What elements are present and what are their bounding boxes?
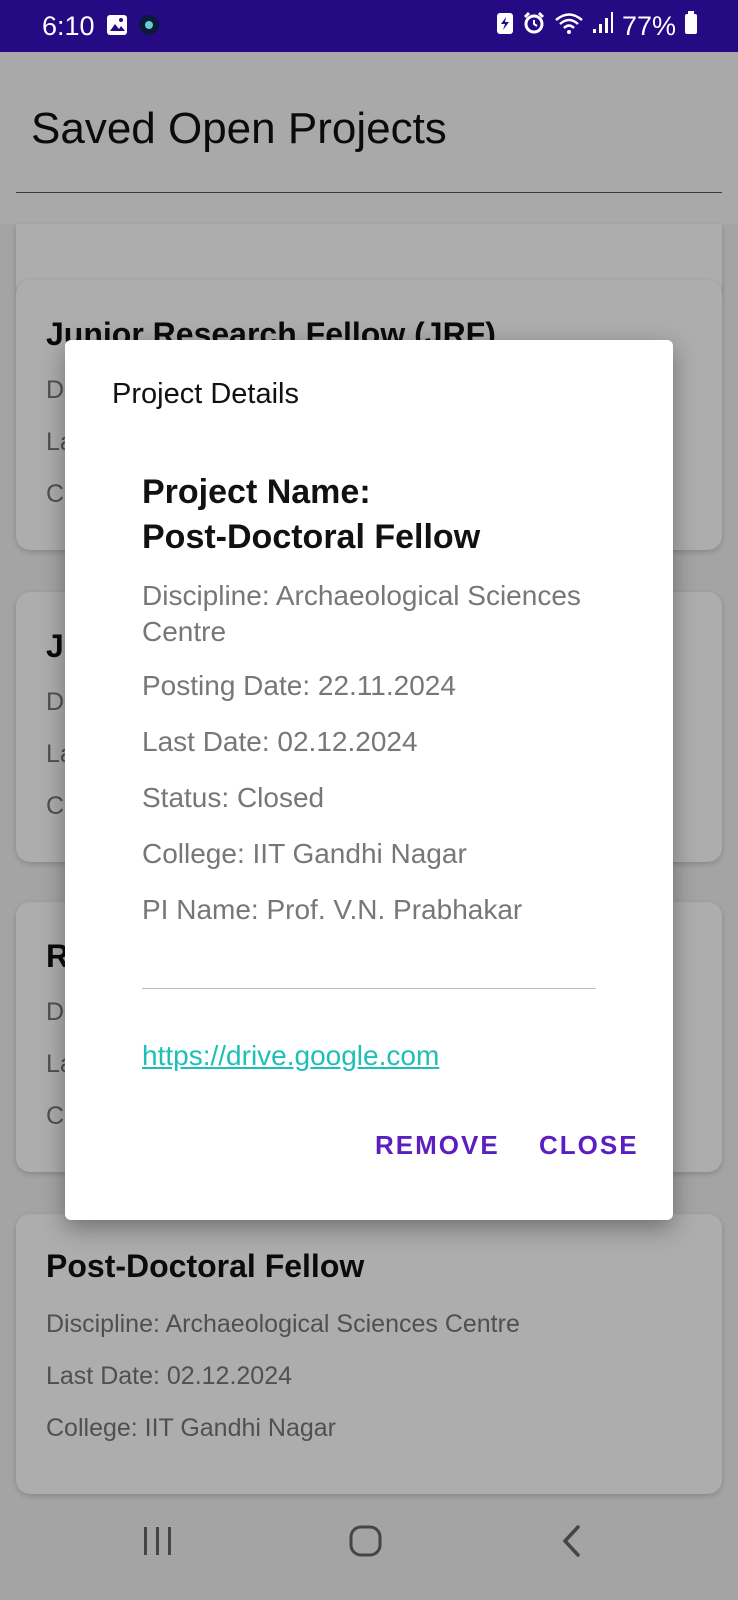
remove-button[interactable]: REMOVE — [375, 1130, 500, 1161]
status-bar: 6:10 77% — [0, 0, 738, 52]
dialog-divider — [142, 988, 596, 989]
detail-status: Status: Closed — [142, 782, 325, 813]
battery-icon — [684, 11, 698, 42]
wifi-icon — [554, 11, 584, 42]
detail-last-date: Last Date: 02.12.2024 — [142, 726, 418, 757]
app-notification-icon — [138, 14, 160, 41]
project-details-dialog: Project Details Project Name: Post-Docto… — [65, 340, 673, 1220]
status-time: 6:10 — [42, 11, 95, 41]
image-icon — [106, 14, 128, 41]
detail-posting-date: Posting Date: 22.11.2024 — [142, 670, 456, 701]
close-button[interactable]: CLOSE — [539, 1130, 639, 1161]
signal-icon — [592, 11, 614, 42]
project-name-value: Post-Doctoral Fellow — [142, 518, 481, 556]
dialog-title: Project Details — [112, 378, 299, 410]
detail-pi-name: PI Name: Prof. V.N. Prabhakar — [142, 894, 523, 925]
project-name-label: Project Name: — [142, 473, 371, 511]
detail-discipline: Discipline: Archaeological Sciences Cent… — [142, 580, 581, 647]
battery-percent: 77% — [621, 11, 676, 41]
battery-saver-icon — [496, 11, 514, 42]
detail-college: College: IIT Gandhi Nagar — [142, 838, 467, 869]
alarm-icon — [522, 11, 546, 42]
project-name: Project Name: Post-Doctoral Fellow — [142, 470, 602, 560]
status-icons: 77% — [496, 11, 698, 42]
project-link[interactable]: https://drive.google.com — [142, 1040, 439, 1072]
